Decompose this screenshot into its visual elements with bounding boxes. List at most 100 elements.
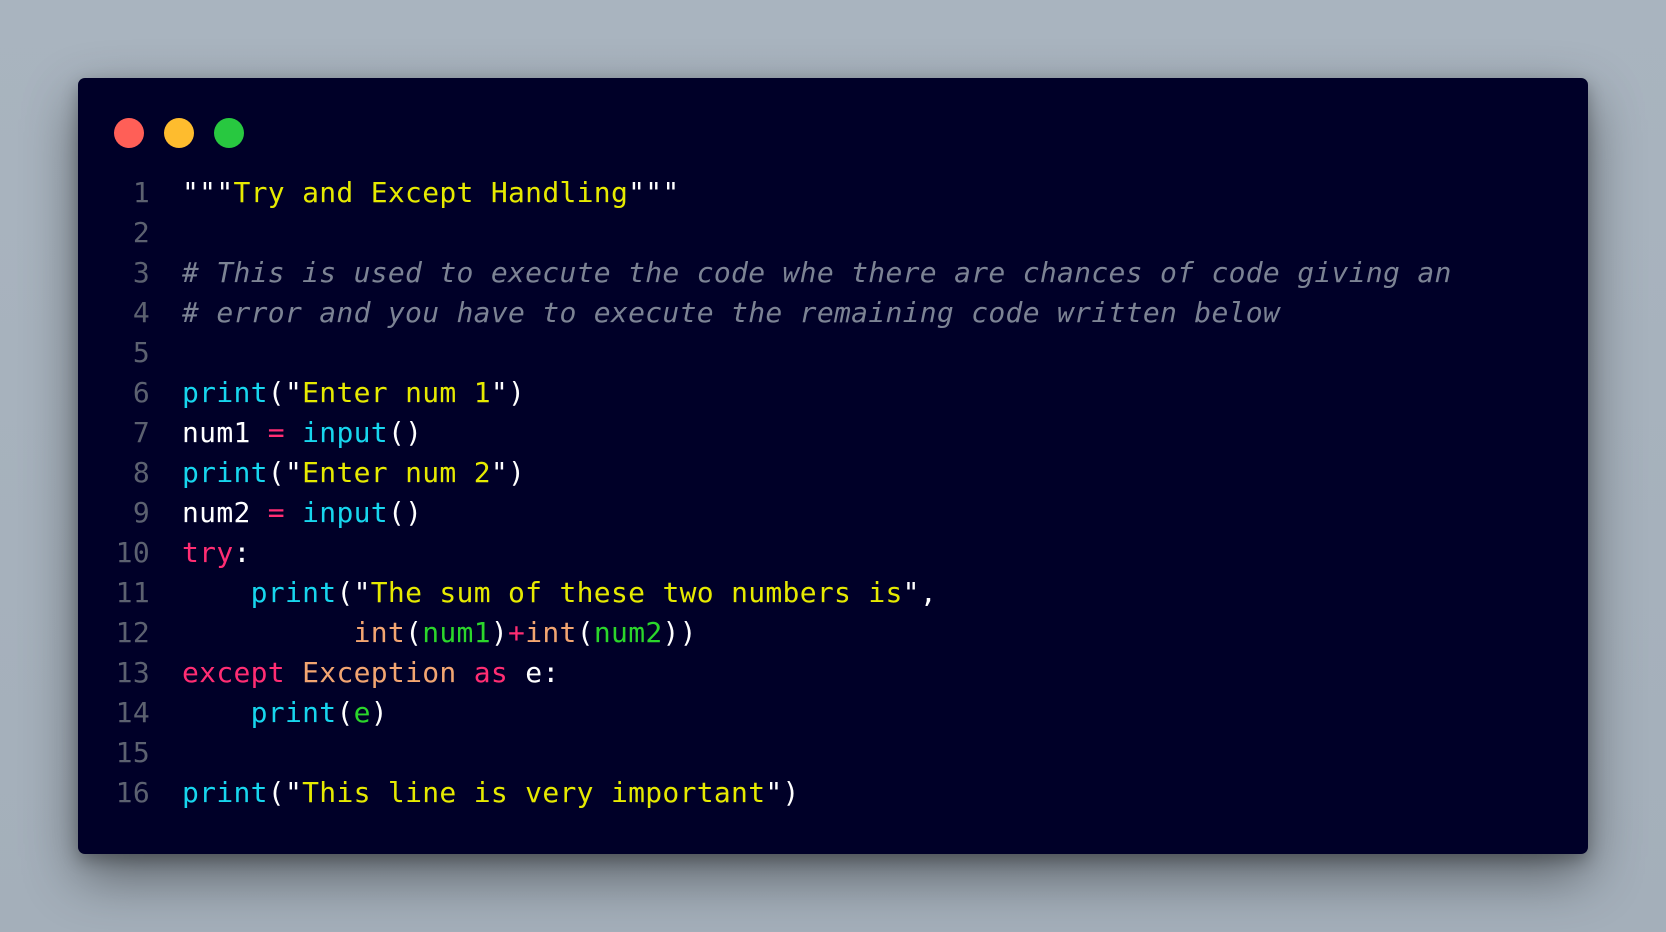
code-token: # error and you have to execute the rema… [182, 296, 1281, 329]
line-number: 6 [132, 376, 150, 409]
code-line: 11 print("The sum of these two numbers i… [78, 573, 1588, 613]
code-token: (" [267, 776, 303, 809]
code-token: (" [336, 576, 371, 609]
line-number: 7 [132, 416, 150, 449]
code-token: ") [765, 776, 800, 809]
code-text: try: [182, 533, 251, 573]
code-token: # This is used to execute the code whe t… [182, 256, 1452, 289]
code-line: 5 [78, 333, 1588, 373]
line-number: 11 [115, 576, 150, 609]
code-token: ) [490, 616, 509, 649]
code-line: 13 except Exception as e: [78, 653, 1588, 693]
code-text: print("The sum of these two numbers is", [182, 573, 937, 613]
maximize-dot[interactable] [214, 118, 244, 148]
minimize-dot[interactable] [164, 118, 194, 148]
code-token: num2 [593, 616, 663, 649]
code-token: ( [405, 616, 423, 649]
code-token: int [525, 616, 577, 649]
code-line: 9 num2 = input() [78, 493, 1588, 533]
code-line: 16 print("This line is very important") [78, 773, 1588, 813]
code-token: = [267, 416, 285, 449]
code-token: ) [370, 696, 388, 729]
code-token: print [182, 376, 268, 409]
code-text: num1 = input() [182, 413, 422, 453]
code-token: int [353, 616, 406, 649]
code-token: print [182, 776, 268, 809]
line-number: 1 [132, 176, 150, 209]
code-window: 1 """Try and Except Handling""" 2 3 # This i… [78, 78, 1588, 854]
line-number: 5 [132, 336, 150, 369]
line-number: 4 [132, 296, 150, 329]
code-text: print(e) [182, 693, 388, 733]
line-number: 9 [132, 496, 150, 529]
line-number: 10 [115, 536, 150, 569]
code-token: ( [336, 696, 354, 729]
line-number: 15 [115, 736, 150, 769]
code-token: )) [662, 616, 697, 649]
code-token: Exception [302, 656, 457, 689]
code-token: e: [508, 656, 560, 689]
code-token: : [233, 536, 251, 569]
code-token: input [302, 416, 388, 449]
code-token: num1 [422, 616, 491, 649]
code-line: 7 num1 = input() [78, 413, 1588, 453]
code-line: 2 [78, 213, 1588, 253]
close-dot[interactable] [114, 118, 144, 148]
code-token: as [473, 656, 509, 689]
code-text: # This is used to execute the code whe t… [182, 253, 1452, 293]
line-number: 13 [115, 656, 150, 689]
code-token: = [267, 496, 285, 529]
code-token: () [387, 416, 423, 449]
code-token: try [182, 536, 234, 569]
code-token: """ [628, 176, 680, 209]
code-token: input [302, 496, 388, 529]
code-token: () [387, 496, 423, 529]
code-line: 6 print("Enter num 1") [78, 373, 1588, 413]
code-token: num1 [182, 416, 268, 449]
code-text: except Exception as e: [182, 653, 560, 693]
line-number: 16 [115, 776, 150, 809]
code-token: The sum of these two numbers is [370, 576, 903, 609]
code-token: + [508, 616, 526, 649]
line-number: 12 [115, 616, 150, 649]
code-token: (" [267, 376, 303, 409]
line-number: 2 [132, 216, 150, 249]
code-token: This line is very important [302, 776, 766, 809]
code-token: ") [490, 456, 526, 489]
code-token: print [182, 456, 268, 489]
code-text: int(num1)+int(num2)) [182, 613, 697, 653]
code-block: 1 """Try and Except Handling""" 2 3 # This i… [78, 173, 1588, 813]
code-token: Enter num 2 [302, 456, 491, 489]
code-token: Enter num 1 [302, 376, 491, 409]
code-token: (" [267, 456, 303, 489]
code-text: """Try and Except Handling""" [182, 173, 680, 213]
code-token: """ [182, 176, 234, 209]
line-number: 8 [132, 456, 150, 489]
code-line: 12 int(num1)+int(num2)) [78, 613, 1588, 653]
code-line: 1 """Try and Except Handling""" [78, 173, 1588, 213]
code-text: # error and you have to execute the rema… [182, 293, 1280, 333]
code-token: e [353, 696, 371, 729]
line-number: 3 [132, 256, 150, 289]
code-line: 10 try: [78, 533, 1588, 573]
code-token: print [250, 696, 337, 729]
code-token: ") [490, 376, 526, 409]
code-line: 3 # This is used to execute the code whe … [78, 253, 1588, 293]
code-text: print("Enter num 2") [182, 453, 525, 493]
code-token: except [182, 656, 285, 689]
code-token: num2 [182, 496, 268, 529]
code-line: 14 print(e) [78, 693, 1588, 733]
code-token: print [250, 576, 337, 609]
code-text: num2 = input() [182, 493, 422, 533]
code-token: ", [902, 576, 937, 609]
code-token: ( [576, 616, 594, 649]
code-line: 4 # error and you have to execute the rem… [78, 293, 1588, 333]
code-text: print("Enter num 1") [182, 373, 525, 413]
